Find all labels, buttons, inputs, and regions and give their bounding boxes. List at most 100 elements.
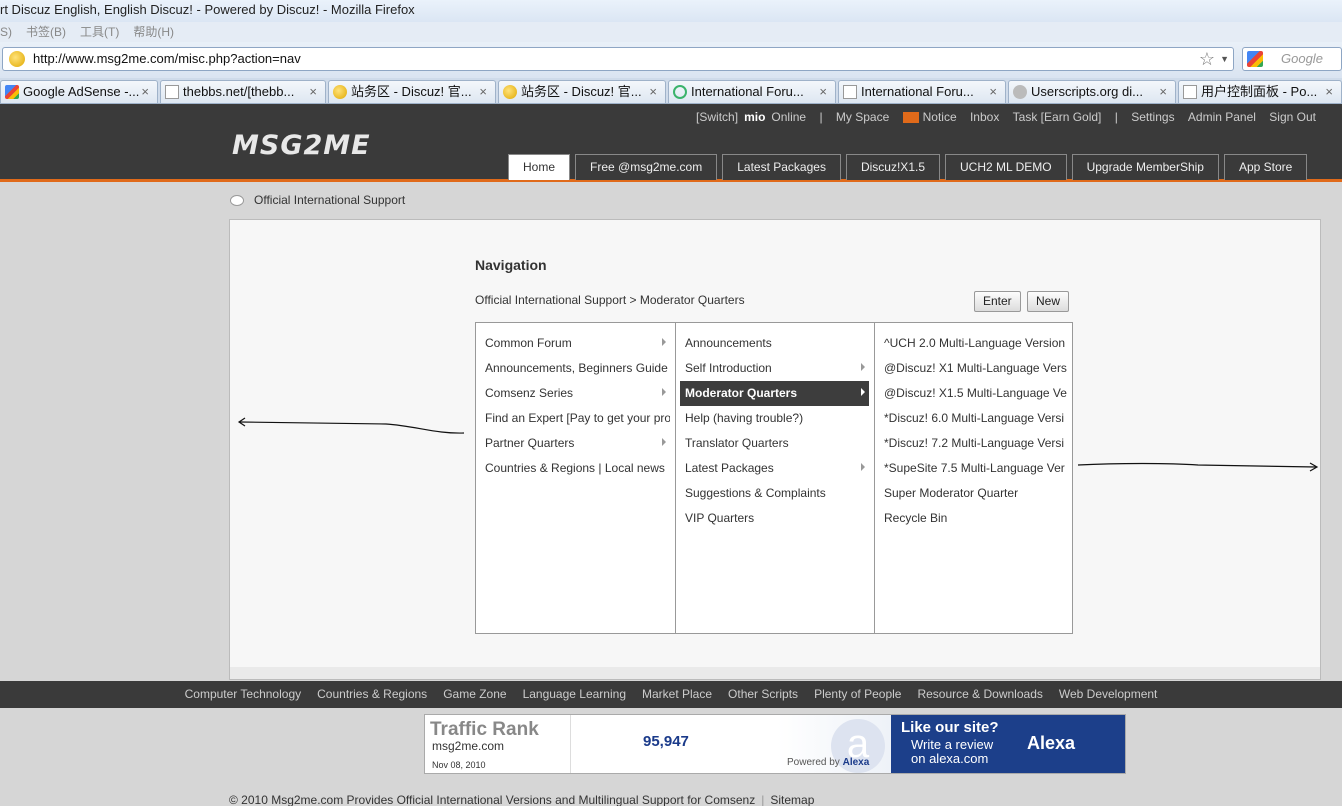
close-tab-icon[interactable]: ×: [309, 81, 317, 103]
forum-item[interactable]: Suggestions & Complaints: [676, 481, 869, 506]
notice-link[interactable]: Notice: [902, 110, 957, 124]
forum-item[interactable]: *Discuz! 6.0 Multi-Language Versi: [875, 406, 1068, 431]
forum-item[interactable]: Translator Quarters: [676, 431, 869, 456]
footer-link[interactable]: Language Learning: [523, 687, 626, 701]
forum-item[interactable]: Latest Packages: [676, 456, 869, 481]
address-bar[interactable]: http://www.msg2me.com/misc.php?action=na…: [2, 47, 1234, 71]
browser-tab[interactable]: 用户控制面板 - Po... ×: [1178, 80, 1342, 103]
forum-item-label: Suggestions & Complaints: [685, 486, 826, 500]
task-link[interactable]: Task [Earn Gold]: [1013, 110, 1102, 124]
nav-home[interactable]: Home: [508, 154, 571, 180]
admin-panel-link[interactable]: Admin Panel: [1188, 110, 1256, 124]
switch-link[interactable]: [Switch]: [696, 110, 738, 124]
nav-free-email[interactable]: Free @msg2me.com: [575, 154, 718, 180]
tab-label: 站务区 - Discuz! 官...: [351, 84, 472, 99]
site-logo[interactable]: MSG2ME: [232, 130, 371, 161]
forum-item[interactable]: @Discuz! X1.5 Multi-Language Ve: [875, 381, 1068, 406]
user-toolbar: [Switch] mio Online | My Space Notice Inbo…: [686, 110, 1316, 124]
myspace-link[interactable]: My Space: [836, 110, 889, 124]
search-input[interactable]: Google: [1242, 47, 1342, 71]
nav-discuz-x15[interactable]: Discuz!X1.5: [845, 154, 940, 180]
close-tab-icon[interactable]: ×: [989, 81, 997, 103]
menu-bar: S) 书签(B) 工具(T) 帮助(H): [0, 22, 1342, 42]
forum-item-label: @Discuz! X1.5 Multi-Language Ve: [884, 386, 1067, 400]
forum-item-label: Announcements: [685, 336, 772, 350]
breadcrumb: Official International Support: [230, 193, 405, 207]
close-tab-icon[interactable]: ×: [1325, 81, 1333, 103]
browser-tab[interactable]: thebbs.net/[thebb... ×: [160, 80, 326, 103]
browser-tab[interactable]: Userscripts.org di... ×: [1008, 80, 1176, 103]
forum-item[interactable]: Super Moderator Quarter: [875, 481, 1068, 506]
forum-item[interactable]: Common Forum: [476, 331, 670, 356]
nav-app-store[interactable]: App Store: [1223, 154, 1308, 180]
like-site-text: Like our site?: [901, 719, 999, 736]
bookmark-star-icon[interactable]: ☆: [1199, 48, 1215, 70]
username[interactable]: mio: [744, 110, 765, 124]
nav-upgrade-membership[interactable]: Upgrade MemberShip: [1071, 154, 1219, 180]
breadcrumb-link[interactable]: Official International Support: [254, 193, 405, 207]
close-tab-icon[interactable]: ×: [141, 81, 149, 103]
footer-link[interactable]: Computer Technology: [185, 687, 302, 701]
forum-item[interactable]: Comsenz Series: [476, 381, 670, 406]
forum-item[interactable]: Moderator Quarters: [680, 381, 869, 406]
alexa-review-banner[interactable]: Like our site? Write a review on alexa.co…: [891, 715, 1125, 773]
sitemap-link[interactable]: Sitemap: [770, 793, 814, 806]
footer-link[interactable]: Other Scripts: [728, 687, 798, 701]
main-nav: Home Free @msg2me.com Latest Packages Discu…: [508, 154, 1312, 180]
menu-item[interactable]: S): [0, 25, 12, 39]
settings-link[interactable]: Settings: [1131, 110, 1174, 124]
forum-item-label: Translator Quarters: [685, 436, 789, 450]
alexa-brand: Alexa: [1027, 733, 1076, 753]
forum-item[interactable]: Recycle Bin: [875, 506, 1068, 531]
browser-tab[interactable]: International Foru... ×: [668, 80, 836, 103]
chevron-right-icon: [861, 363, 865, 371]
forum-item[interactable]: *Discuz! 7.2 Multi-Language Versi: [875, 431, 1068, 456]
page-icon: [165, 85, 179, 99]
enter-button[interactable]: Enter: [974, 291, 1021, 312]
menu-item[interactable]: 书签(B): [26, 25, 66, 39]
nav-uch2-demo[interactable]: UCH2 ML DEMO: [945, 154, 1067, 180]
sign-out-link[interactable]: Sign Out: [1269, 110, 1316, 124]
forum-item[interactable]: VIP Quarters: [676, 506, 869, 531]
close-tab-icon[interactable]: ×: [649, 81, 657, 103]
search-placeholder: Google: [1281, 51, 1323, 66]
forum-item-label: Moderator Quarters: [685, 386, 798, 400]
footer-link[interactable]: Countries & Regions: [317, 687, 427, 701]
nav-latest-packages[interactable]: Latest Packages: [722, 154, 841, 180]
close-tab-icon[interactable]: ×: [1159, 81, 1167, 103]
menu-item[interactable]: 工具(T): [80, 25, 119, 39]
google-icon[interactable]: [1247, 51, 1263, 67]
footer-link[interactable]: Game Zone: [443, 687, 506, 701]
forum-item[interactable]: ^UCH 2.0 Multi-Language Version: [875, 331, 1068, 356]
footer-link[interactable]: Market Place: [642, 687, 712, 701]
alexa-domain: msg2me.com: [432, 739, 505, 753]
forum-item[interactable]: Announcements, Beginners Guide: [476, 356, 670, 381]
forum-item-label: Find an Expert [Pay to get your pro: [485, 411, 670, 425]
forum-item[interactable]: Help (having trouble?): [676, 406, 869, 431]
forum-item[interactable]: Self Introduction: [676, 356, 869, 381]
footer-link[interactable]: Resource & Downloads: [917, 687, 1042, 701]
forum-item[interactable]: *SupeSite 7.5 Multi-Language Ver: [875, 456, 1068, 481]
forum-item[interactable]: @Discuz! X1 Multi-Language Vers: [875, 356, 1068, 381]
forum-item[interactable]: Announcements: [676, 331, 869, 356]
inbox-link[interactable]: Inbox: [970, 110, 999, 124]
menu-item[interactable]: 帮助(H): [133, 25, 174, 39]
footer-link[interactable]: Web Development: [1059, 687, 1158, 701]
footer-link[interactable]: Plenty of People: [814, 687, 901, 701]
alexa-widget[interactable]: Traffic Rank msg2me.com Nov 08, 2010 95,…: [424, 714, 1126, 774]
forum-item[interactable]: Partner Quarters: [476, 431, 670, 456]
forum-item[interactable]: Find an Expert [Pay to get your pro: [476, 406, 670, 431]
browser-tab[interactable]: 站务区 - Discuz! 官... ×: [498, 80, 666, 103]
url-dropdown-icon[interactable]: ▼: [1220, 48, 1229, 70]
navigation-path: Official International Support > Moderat…: [475, 293, 745, 307]
browser-tab[interactable]: 站务区 - Discuz! 官... ×: [328, 80, 496, 103]
close-tab-icon[interactable]: ×: [479, 81, 487, 103]
footer-nav: Computer Technology Countries & Regions Ga…: [0, 681, 1342, 708]
review-line-2: on alexa.com: [911, 751, 989, 766]
online-status[interactable]: Online: [771, 110, 806, 124]
close-tab-icon[interactable]: ×: [819, 81, 827, 103]
forum-item[interactable]: Countries & Regions | Local news: [476, 456, 670, 481]
browser-tab[interactable]: International Foru... ×: [838, 80, 1006, 103]
new-button[interactable]: New: [1027, 291, 1070, 312]
browser-tab[interactable]: Google AdSense -... ×: [0, 80, 158, 103]
